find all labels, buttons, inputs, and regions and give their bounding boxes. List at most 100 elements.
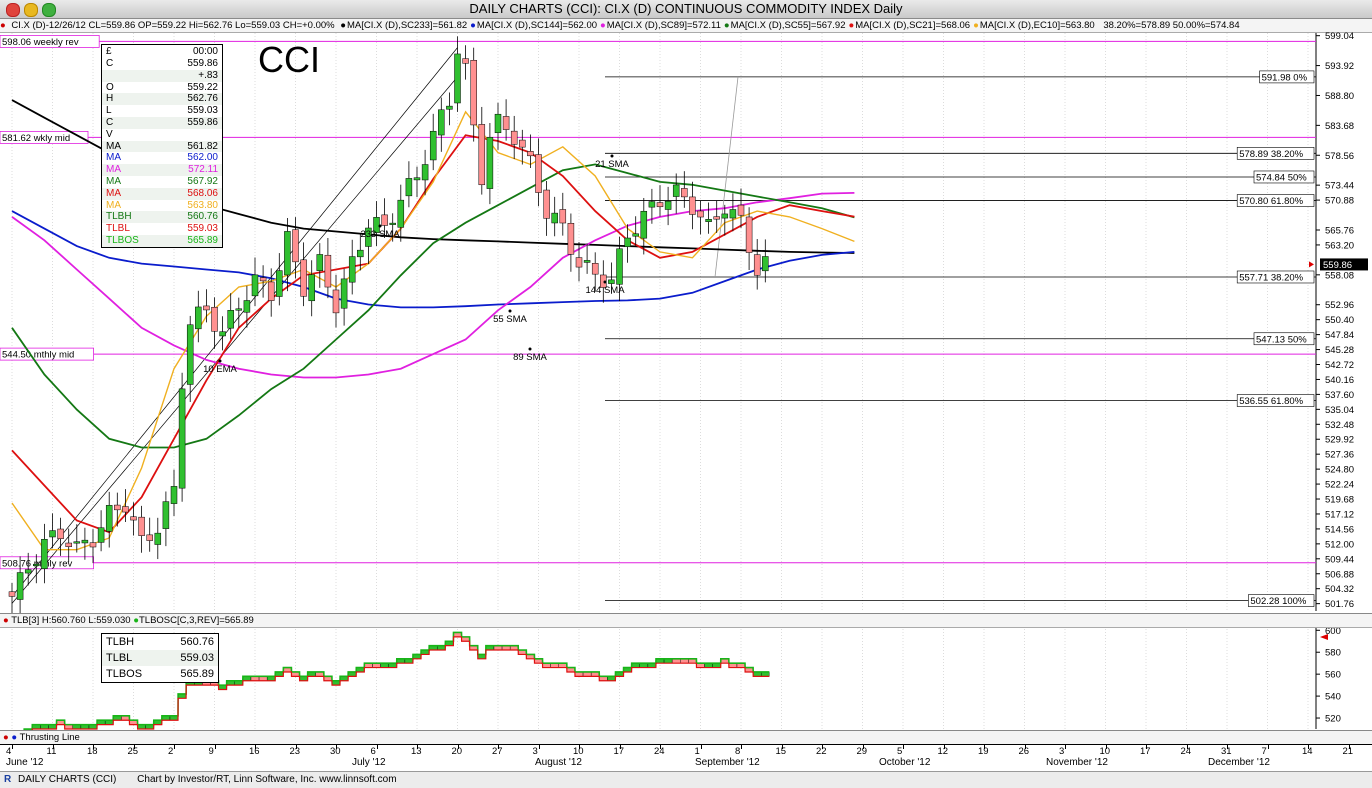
footer-tab[interactable]: DAILY CHARTS (CCI) — [18, 774, 116, 785]
lower-axis-label: 540 — [1325, 692, 1341, 703]
date-tick — [1065, 745, 1066, 749]
month-label: September '12 — [695, 757, 760, 768]
date-tick — [1227, 745, 1228, 749]
candle-up — [664, 200, 672, 210]
legend-label: MA — [106, 140, 121, 152]
close-lower-panel-icon[interactable]: ● — [3, 615, 9, 626]
price-axis-label: 537.60 — [1325, 390, 1354, 401]
price-axis-label: 527.36 — [1325, 450, 1354, 461]
price-axis-label: 501.76 — [1325, 599, 1354, 610]
candle-up — [405, 178, 413, 197]
tlb-value: 565.89 — [180, 668, 214, 680]
date-tick — [214, 745, 216, 749]
candle-down — [65, 542, 72, 547]
candle-up — [429, 130, 437, 161]
legend-label: MA — [106, 164, 121, 176]
candle-down — [713, 216, 720, 220]
fib-label: 574.84 50% — [1256, 172, 1307, 183]
month-label: June '12 — [6, 757, 44, 768]
candle-up — [49, 530, 56, 538]
candle-up — [170, 486, 178, 504]
close-thrusting-icon[interactable]: ● — [3, 732, 9, 743]
candle-down — [510, 130, 518, 145]
month-label: December '12 — [1208, 757, 1270, 768]
candle-up — [24, 569, 32, 574]
ma-annotation: 55 SMA — [493, 314, 527, 325]
candle-up — [762, 256, 769, 272]
date-tick — [174, 745, 175, 749]
candle-down — [57, 528, 64, 539]
candle-down — [591, 263, 599, 275]
candle-up — [729, 209, 737, 219]
last-price-marker — [1309, 261, 1314, 268]
annotation-dot — [603, 280, 607, 284]
date-tick — [1024, 745, 1026, 749]
ma-annotation: 144 SMA — [585, 285, 625, 296]
candle-down — [745, 216, 753, 253]
month-label: August '12 — [535, 757, 582, 768]
price-axis-label: 506.88 — [1325, 569, 1354, 580]
date-tick — [943, 745, 945, 749]
price-axis-label: 547.84 — [1325, 330, 1354, 341]
legend-time: 00:00 — [192, 46, 218, 57]
price-axis-label: 593.92 — [1325, 61, 1354, 72]
candle-down — [737, 204, 745, 216]
date-tick — [1105, 745, 1107, 749]
candle-up — [340, 278, 348, 309]
date-tick-label: 6 — [370, 746, 376, 757]
price-axis-label: 540.16 — [1325, 375, 1354, 386]
candle-up — [705, 219, 712, 222]
thrusting-line-label: Thrusting Line — [19, 732, 80, 743]
legend-row: MA 568.06 — [102, 187, 222, 200]
month-label: October '12 — [879, 757, 931, 768]
legend-rows: C 559.86 +.83 O 559.22 H 562.76 L 559.03 C 559.86 V… — [102, 58, 222, 247]
candle-up — [551, 212, 558, 224]
candle-up — [154, 532, 162, 545]
date-tick-label: 3 — [532, 746, 538, 757]
candle-down — [753, 254, 761, 276]
candle-up — [583, 260, 591, 263]
fib-label: 502.28 100% — [1250, 596, 1307, 607]
tlb-legend: TLBH 560.76 TLBL 559.03 TLBOS 565.89 — [101, 633, 219, 683]
date-tick — [1267, 745, 1269, 749]
legend-value: 560.76 — [187, 211, 218, 223]
candle-up — [162, 501, 170, 529]
fib-label: 547.13 50% — [1256, 334, 1307, 345]
month-label: July '12 — [352, 757, 386, 768]
price-axis-label: 542.72 — [1325, 360, 1354, 371]
candle-up — [608, 279, 615, 284]
legend-value: 559.03 — [187, 223, 218, 235]
footer-bar: R DAILY CHARTS (CCI) Chart by Investor/R… — [0, 771, 1372, 788]
legend-label: MA — [106, 152, 121, 164]
annotation-dot — [610, 154, 614, 158]
date-tick — [619, 745, 621, 749]
date-tick-label: 5 — [897, 746, 903, 757]
tlb-rows: TLBH 560.76 TLBL 559.03 TLBOS 565.89 — [102, 634, 218, 682]
date-tick — [1308, 745, 1309, 749]
price-axis-label: 509.44 — [1325, 554, 1354, 565]
candle-down — [324, 254, 332, 288]
lower-axis-label: 520 — [1325, 714, 1341, 725]
annotation-dot — [528, 347, 532, 351]
price-legend: £ 00:00 C 559.86 +.83 O 559.22 H 562.76 L 559.03… — [101, 44, 223, 248]
candle-up — [97, 527, 105, 543]
candle-down — [470, 59, 477, 126]
legend-value: 559.03 — [187, 105, 218, 117]
legend-value: 562.00 — [187, 152, 218, 164]
date-tick — [52, 745, 54, 749]
date-tick — [376, 745, 378, 749]
annotation-dot — [218, 359, 222, 363]
fib-label: 591.98 0% — [1262, 72, 1308, 83]
annotation-dot — [508, 309, 512, 313]
date-tick — [781, 745, 783, 749]
price-axis-label: 578.56 — [1325, 151, 1354, 162]
legend-label: C — [106, 58, 114, 69]
candle-down — [89, 542, 97, 548]
fib-label: 536.55 61.80% — [1239, 396, 1303, 407]
ma-annotation: 21 SMA — [595, 159, 629, 170]
candle-up — [616, 248, 623, 285]
price-axis-label: 504.32 — [1325, 584, 1354, 595]
legend-row: MA 572.11 — [102, 164, 222, 176]
lower-axis-label: 560 — [1325, 670, 1341, 681]
price-axis-label: 563.20 — [1325, 240, 1354, 251]
